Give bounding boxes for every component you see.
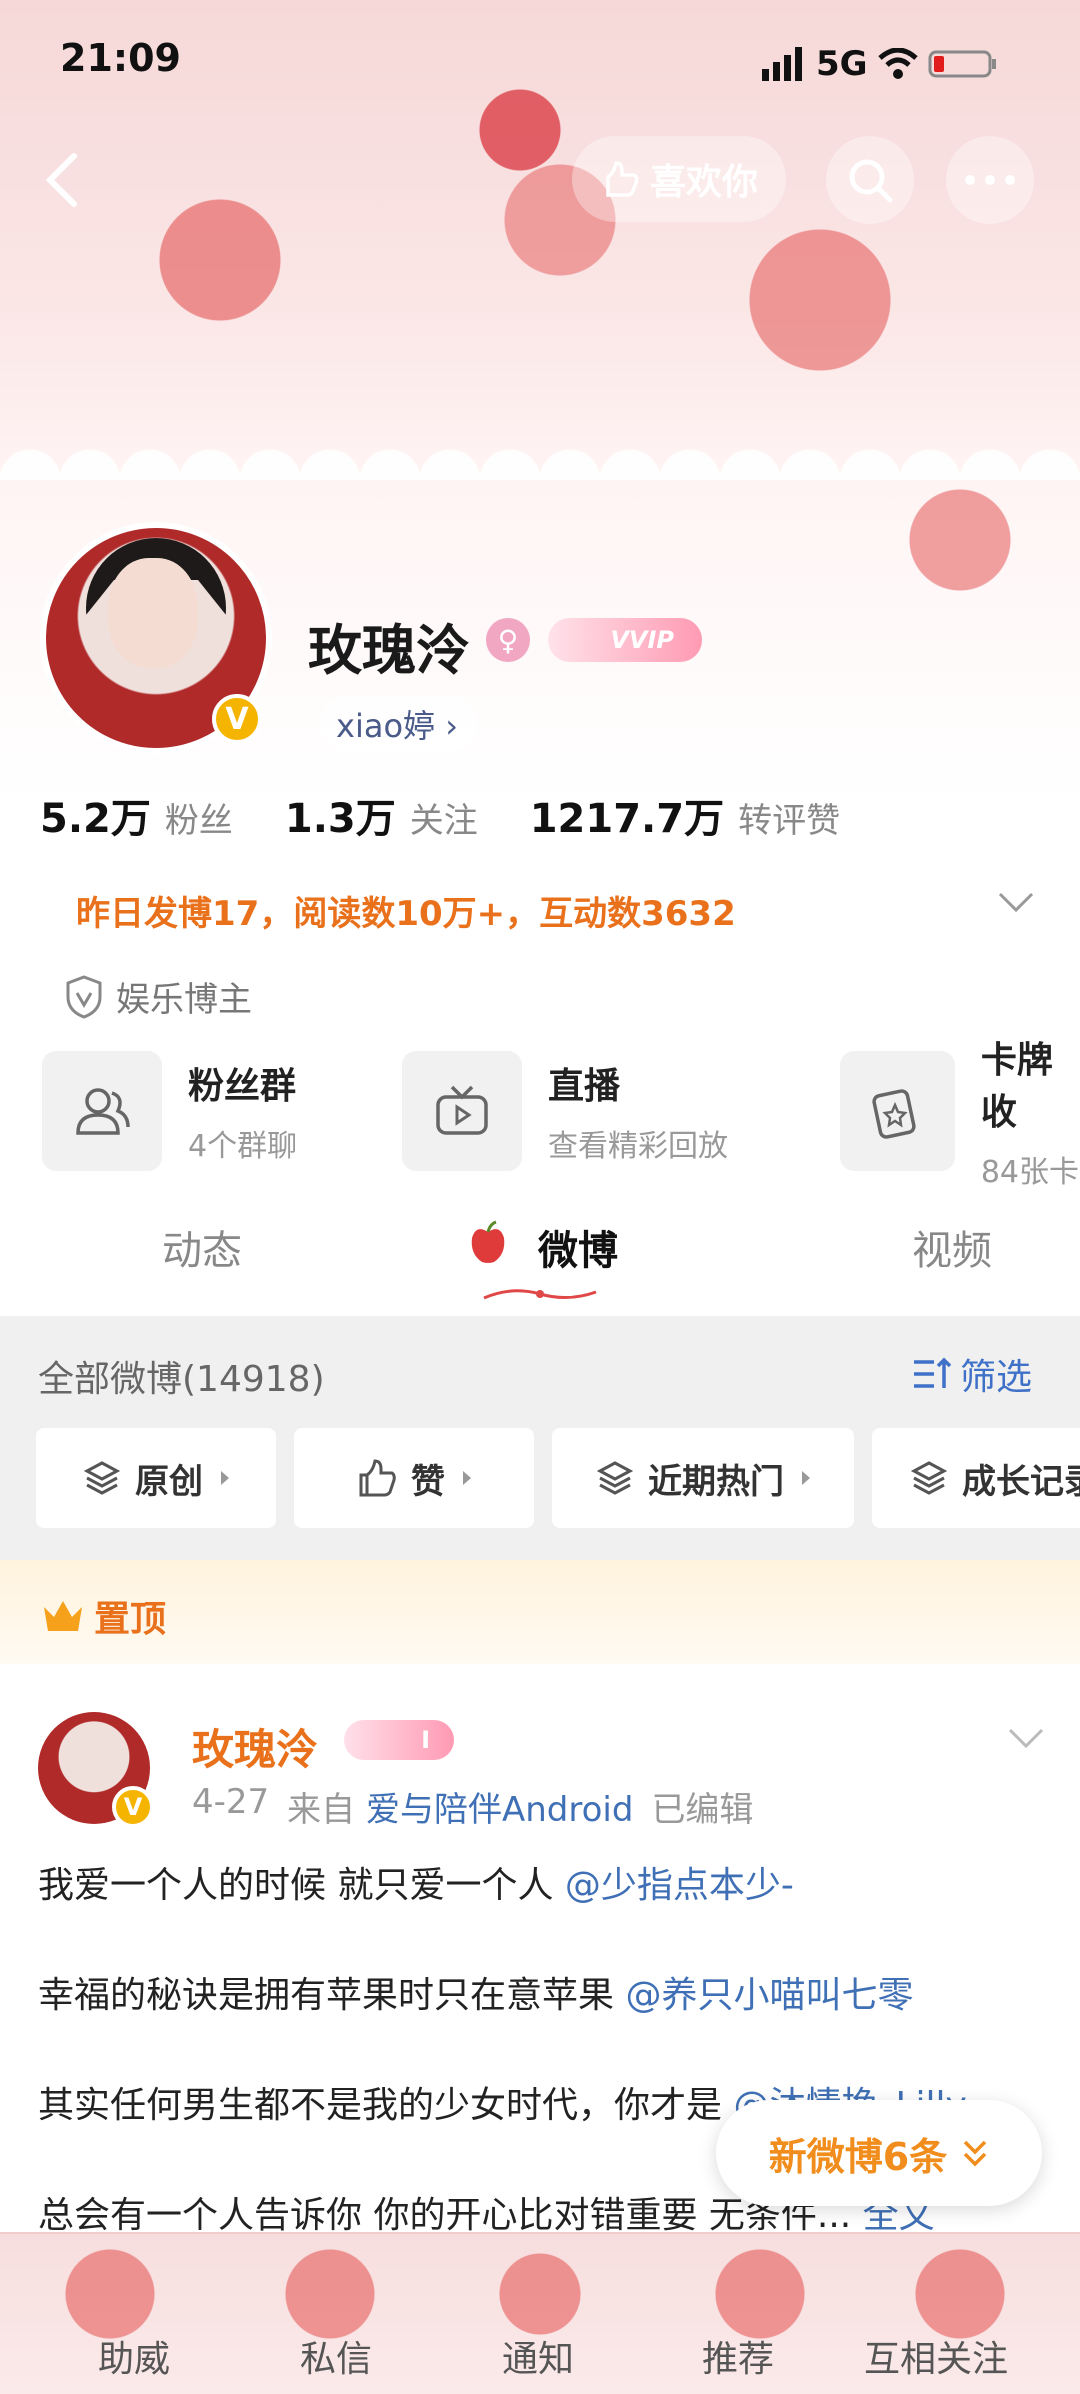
post-from-label: 来自: [287, 1790, 356, 1830]
chip-label: 成长记录: [962, 1461, 1080, 1502]
stat-label: 关注: [409, 801, 478, 841]
chip-label: 近期热门: [648, 1461, 784, 1502]
post-author-level-badge: I: [344, 1720, 454, 1760]
group-icon: [42, 1051, 162, 1171]
nav-recommend[interactable]: 推荐: [702, 2330, 774, 2382]
status-time: 21:09: [60, 36, 181, 80]
card-star-icon: [840, 1051, 955, 1171]
activity-summary[interactable]: 昨日发博17，阅读数10万+，互动数3632: [76, 886, 736, 935]
chevron-down-icon[interactable]: [996, 890, 1036, 914]
tv-icon: [402, 1051, 522, 1171]
signal-icon: [762, 47, 802, 81]
nav-cheer[interactable]: 助威: [98, 2330, 170, 2382]
tag-label: 娱乐博主: [116, 980, 252, 1020]
layers-icon: [596, 1461, 634, 1495]
pinned-text: 置顶: [94, 1599, 167, 1640]
stat-value: 1.3万: [284, 796, 396, 842]
network-label: 5G: [816, 44, 868, 84]
nav-notifications[interactable]: 通知: [502, 2330, 574, 2382]
tab-dynamic[interactable]: 动态: [162, 1218, 242, 1276]
post-text: 我爱一个人的时候 就只爱一个人: [38, 1865, 565, 1906]
verified-badge-icon: V: [112, 1786, 154, 1828]
back-button[interactable]: [18, 136, 106, 224]
handle-text: xiao婷 ›: [336, 707, 458, 745]
apple-icon: [468, 1220, 508, 1270]
search-button[interactable]: [826, 136, 914, 224]
filter-icon: [914, 1357, 952, 1388]
like-you-button[interactable]: 喜欢你: [572, 136, 786, 222]
new-posts-label: 新微博6条: [768, 2134, 948, 2179]
tab-weibo[interactable]: 微博: [538, 1218, 618, 1276]
back-arrow-icon: [45, 153, 77, 207]
post-text: 其实任何男生都不是我的少女时代，你才是: [38, 2085, 734, 2126]
lace-decoration: [0, 420, 1080, 480]
status-icons: 5G: [762, 44, 998, 84]
tab-video[interactable]: 视频: [912, 1218, 992, 1276]
verified-badge-icon: V: [212, 694, 262, 744]
female-icon: ♀: [486, 618, 530, 662]
wifi-icon: [877, 48, 918, 79]
mention-link[interactable]: @养只小喵叫七零: [625, 1975, 913, 2016]
nav-mutual-follow[interactable]: 互相关注: [864, 2330, 1008, 2382]
post-text: 幸福的秘诀是拥有苹果时只在意苹果: [38, 1975, 626, 2016]
stat-value: 5.2万: [40, 796, 151, 842]
profile-stats: 5.2万 粉丝 1.3万 关注 1217.7万 转评赞: [40, 786, 892, 844]
post-text: 总会有一个人告诉你 你的开心比对错重要 无条件...: [38, 2195, 863, 2236]
filter-label: 筛选: [960, 1357, 1033, 1398]
all-posts-count: 全部微博(14918): [38, 1359, 325, 1400]
stat-following[interactable]: 1.3万 关注: [285, 786, 478, 844]
active-tab-indicator: [483, 1289, 597, 1300]
nav-messages[interactable]: 私信: [300, 2330, 372, 2382]
chevron-down-icon[interactable]: [1006, 1726, 1046, 1750]
card-title: 粉丝群: [188, 1066, 297, 1107]
stat-label: 粉丝: [164, 801, 233, 841]
stat-followers[interactable]: 5.2万 粉丝: [40, 786, 233, 844]
stat-label: 转评赞: [738, 801, 841, 841]
card-live[interactable]: 直播 查看精彩回放: [402, 1050, 728, 1172]
card-title: 卡牌收: [980, 1040, 1053, 1133]
card-title: 直播: [548, 1066, 621, 1107]
chip-label: 赞: [411, 1461, 445, 1502]
new-posts-button[interactable]: 新微博6条: [716, 2100, 1042, 2206]
post-date: 4-27: [192, 1782, 270, 1822]
chip-original[interactable]: 原创: [36, 1428, 276, 1528]
chip-growth[interactable]: 成长记录: [872, 1428, 1080, 1528]
vip-badge[interactable]: VVIP: [548, 618, 702, 662]
crown-icon: [44, 1601, 82, 1631]
post-text-line: 我爱一个人的时候 就只爱一个人 @少指点本少-: [38, 1856, 794, 1908]
layers-icon: [910, 1461, 948, 1495]
card-subtitle: 4个群聊: [188, 1129, 298, 1164]
card-collection[interactable]: 卡牌收 84张卡: [840, 1040, 1080, 1190]
shield-icon: [66, 974, 102, 1019]
post-text-line: 幸福的秘诀是拥有苹果时只在意苹果 @养只小喵叫七零: [38, 1966, 913, 2018]
post-source[interactable]: 爱与陪伴Android: [366, 1790, 633, 1830]
like-hand-icon: [606, 161, 639, 197]
chip-trending[interactable]: 近期热门: [552, 1428, 854, 1528]
double-chevron-down-icon: [963, 2140, 987, 2167]
post-meta: 4-27 来自 爱与陪伴Android 已编辑: [192, 1782, 753, 1831]
filter-button[interactable]: 筛选: [912, 1348, 1032, 1400]
like-you-label: 喜欢你: [649, 162, 758, 203]
stat-value: 1217.7万: [529, 796, 725, 842]
blogger-tag[interactable]: 娱乐博主: [64, 972, 252, 1021]
layers-icon: [83, 1461, 121, 1495]
post-author-name[interactable]: 玫瑰泠: [192, 1716, 318, 1777]
stat-interactions[interactable]: 1217.7万 转评赞: [530, 786, 840, 844]
profile-name: 玫瑰泠: [308, 619, 470, 682]
card-fan-group[interactable]: 粉丝群 4个群聊: [42, 1050, 297, 1172]
card-subtitle: 查看精彩回放: [548, 1129, 728, 1164]
mention-link[interactable]: @少指点本少-: [565, 1865, 794, 1906]
battery-icon: [928, 50, 996, 78]
chip-likes[interactable]: 赞: [294, 1428, 534, 1528]
thumbs-up-icon: [359, 1459, 396, 1497]
sub-handle-link[interactable]: xiao婷 ›: [320, 696, 478, 752]
more-dots-icon: [965, 175, 1015, 185]
chip-label: 原创: [135, 1461, 203, 1502]
pinned-label: 置顶: [40, 1590, 166, 1642]
more-button[interactable]: [946, 136, 1034, 224]
post-edited: 已编辑: [651, 1790, 754, 1830]
search-icon: [849, 159, 893, 203]
card-subtitle: 84张卡: [980, 1155, 1080, 1190]
